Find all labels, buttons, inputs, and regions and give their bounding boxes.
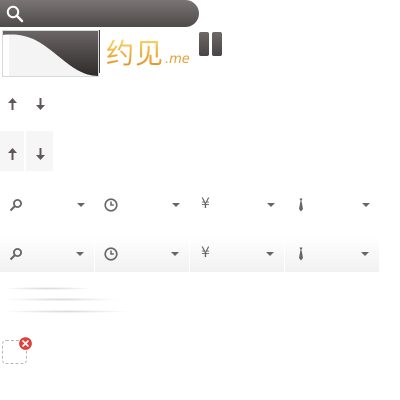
tie-icon: [299, 198, 303, 212]
logo-suffix: .me: [165, 52, 190, 67]
filter-time-dropdown[interactable]: [95, 236, 190, 272]
clock-icon: [104, 247, 118, 261]
arrow-up-icon: [8, 148, 17, 160]
sort-up-button[interactable]: [6, 146, 19, 160]
delete-button[interactable]: [19, 335, 32, 350]
filter-location-dropdown[interactable]: [0, 187, 95, 223]
banner-thumbnail: [2, 30, 99, 77]
shadow-divider: [2, 310, 130, 313]
filter-time-dropdown[interactable]: [95, 187, 190, 223]
chevron-down-icon: [362, 203, 370, 207]
filter-location-dropdown[interactable]: [0, 236, 95, 272]
chevron-down-icon: [266, 252, 274, 256]
pause-icon: [199, 32, 209, 56]
sort-down-button[interactable]: [34, 146, 47, 160]
search-icon[interactable]: [6, 5, 24, 23]
shadow-divider: [2, 287, 94, 290]
arrow-down-icon: [36, 148, 45, 160]
clock-icon: [104, 198, 118, 212]
arrow-up-icon: [8, 98, 17, 110]
close-icon: [19, 337, 32, 350]
wave-graphic: [3, 31, 98, 76]
filter-occupation-dropdown[interactable]: [285, 236, 380, 272]
filter-bar: ¥: [0, 187, 380, 223]
app-logo: 约见 .me: [106, 34, 190, 70]
chevron-down-icon: [171, 252, 179, 256]
filter-bar-shaded: ¥: [0, 236, 380, 272]
chevron-down-icon: [172, 203, 180, 207]
shadow-divider: [2, 298, 120, 301]
filter-price-dropdown[interactable]: ¥: [190, 236, 285, 272]
location-pin-icon: [9, 248, 22, 261]
chevron-down-icon: [76, 252, 84, 256]
banner-divider: [99, 30, 100, 73]
chevron-down-icon: [267, 203, 275, 207]
search-bar[interactable]: [0, 0, 199, 27]
yen-icon: ¥: [201, 196, 210, 212]
chevron-down-icon: [361, 252, 369, 256]
sort-down-button[interactable]: [34, 96, 47, 110]
arrow-down-icon: [36, 98, 45, 110]
chevron-down-icon: [77, 203, 85, 207]
pause-button[interactable]: [199, 32, 223, 56]
location-pin-icon: [9, 199, 22, 212]
tie-icon: [299, 247, 303, 261]
sort-up-button[interactable]: [6, 96, 19, 110]
filter-price-dropdown[interactable]: ¥: [190, 187, 285, 223]
logo-text: 约见: [106, 37, 165, 70]
filter-occupation-dropdown[interactable]: [285, 187, 380, 223]
yen-icon: ¥: [201, 245, 210, 261]
